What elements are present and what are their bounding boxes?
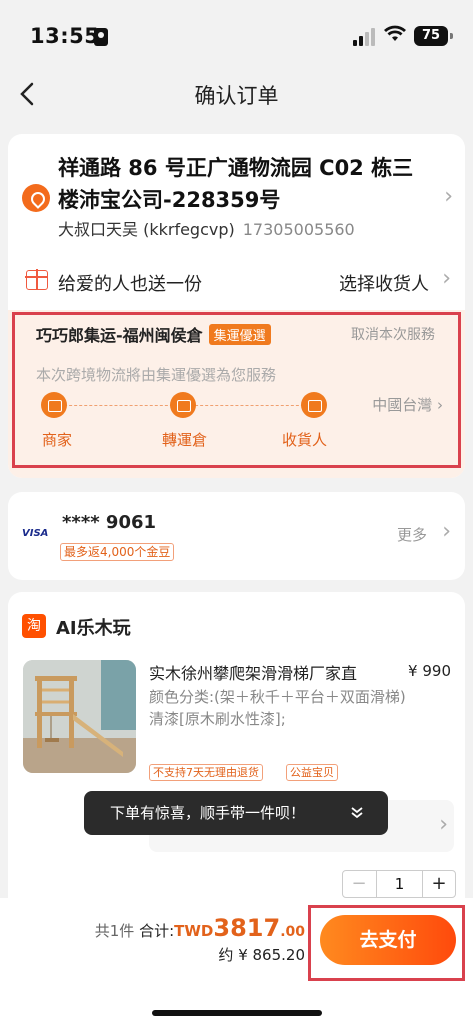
item-count: 共1件 — [94, 922, 135, 940]
location-pin-icon — [22, 184, 50, 212]
id-card-icon — [94, 28, 108, 46]
wifi-icon — [384, 24, 406, 48]
quantity-stepper: − 1 + — [342, 870, 456, 898]
nav-bar: 确认订单 — [0, 70, 473, 118]
no-return-tag: 不支持7天无理由退货 — [149, 764, 263, 781]
product-variant: 颜色分类:(架＋秋千＋平台＋双面滑梯) 清漆[原木刷水性漆]; — [149, 688, 406, 728]
chevron-right-icon: › — [442, 266, 451, 291]
chevron-right-icon: › — [442, 519, 451, 544]
highlight-frame-pay — [308, 905, 465, 981]
promo-toast[interactable]: 下单有惊喜，顺手带一件呗！ — [84, 791, 388, 835]
quantity-value[interactable]: 1 — [376, 871, 423, 897]
visa-icon: VISA — [22, 528, 49, 539]
charity-tag: 公益宝贝 — [286, 764, 338, 781]
toast-text: 下单有惊喜，顺手带一件呗！ — [110, 804, 306, 822]
increase-quantity-button[interactable]: + — [423, 871, 455, 897]
product-card: 淘 AI乐木玩 实木徐州攀爬架滑滑梯厂家直 ¥ 990 颜色分类:(架＋秋千＋平… — [8, 592, 465, 922]
product-image[interactable] — [23, 660, 136, 773]
store-name[interactable]: AI乐木玩 — [56, 614, 131, 640]
status-time: 13:55 — [30, 24, 100, 48]
highlight-frame-shipping — [12, 312, 461, 468]
page-title: 确认订单 — [194, 84, 279, 108]
cellular-signal-icon — [353, 28, 377, 46]
decrease-quantity-button[interactable]: − — [343, 871, 375, 897]
select-recipient-button[interactable]: 选择收货人 — [339, 270, 429, 296]
battery-icon: 75 — [414, 26, 453, 46]
total-line: 共1件 合计:TWD3817.00 — [95, 914, 305, 942]
gift-label: 给爱的人也送一份 — [58, 274, 202, 295]
address-line: 祥通路 86 号正广通物流园 C02 栋三楼沛宝公司-228359号 — [58, 156, 414, 212]
coin-reward-badge: 最多返4,000个金豆 — [60, 543, 175, 561]
product-price: ¥ 990 — [408, 662, 451, 680]
total-amount: 3817 — [213, 914, 281, 942]
gift-icon — [25, 269, 48, 290]
payment-method-card[interactable]: VISA **** 9061 最多返4,000个金豆 更多 › — [8, 492, 465, 580]
status-bar: 13:55 75 — [0, 0, 473, 70]
product-title[interactable]: 实木徐州攀爬架滑滑梯厂家直 — [149, 660, 399, 684]
recipient-name: 大叔口天吴 (kkrfegcvp) — [58, 220, 235, 239]
total-label: 合计: — [139, 922, 175, 940]
total-cents: .00 — [280, 924, 305, 940]
home-indicator — [152, 1010, 322, 1016]
total-currency: TWD — [174, 922, 214, 940]
chevron-right-icon: › — [444, 184, 453, 209]
double-chevron-down-icon — [350, 791, 364, 835]
total-summary: 共1件 合计:TWD3817.00 约 ¥ 865.20 — [95, 914, 305, 965]
recipient-phone: 17305005560 — [242, 220, 355, 239]
address-contact: 大叔口天吴 (kkrfegcvp) 17305005560 — [58, 216, 428, 240]
gift-row[interactable]: 给爱的人也送一份 选择收货人 › — [8, 262, 465, 302]
card-number: **** 9061 — [62, 512, 157, 533]
taobao-store-icon: 淘 — [22, 614, 46, 638]
more-payment-button[interactable]: 更多 — [397, 524, 427, 545]
chevron-right-icon: › — [439, 812, 448, 837]
total-approx-cny: 约 ¥ 865.20 — [218, 946, 305, 964]
